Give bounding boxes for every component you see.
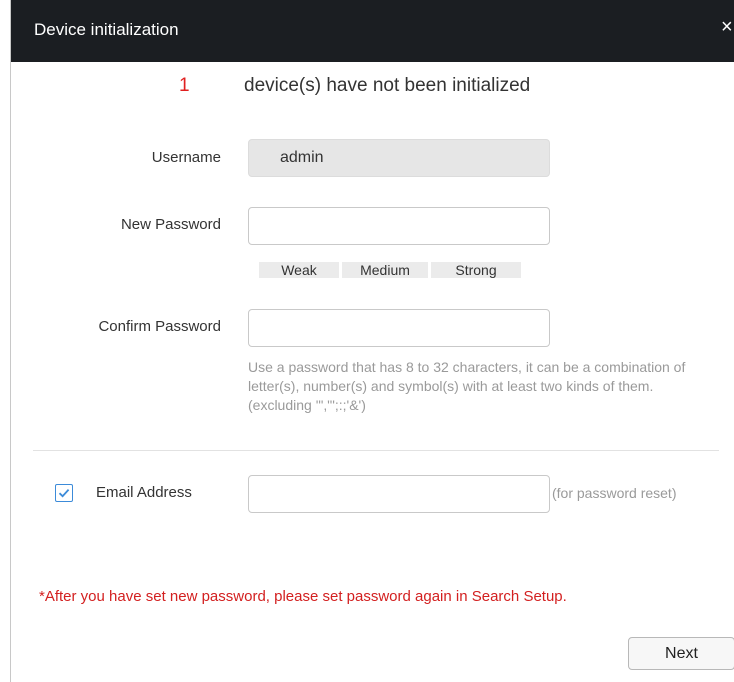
status-message: device(s) have not been initialized: [244, 75, 531, 96]
username-label: Username: [151, 149, 221, 166]
search-setup-warning: *After you have set new password, please…: [39, 588, 567, 605]
username-field: admin: [248, 139, 550, 177]
new-password-input[interactable]: [248, 207, 550, 245]
uninitialized-count: 1: [179, 75, 190, 96]
email-input[interactable]: [248, 475, 550, 513]
username-value: admin: [280, 149, 324, 166]
password-rules-hint: Use a password that has 8 to 32 characte…: [248, 359, 686, 413]
email-reset-hint: (for password reset): [552, 485, 677, 501]
close-icon[interactable]: ×: [721, 17, 734, 37]
email-label: Email Address: [96, 484, 192, 501]
dialog-title: Device initialization: [34, 20, 179, 39]
strength-strong: Strong: [431, 262, 521, 278]
checkmark-icon: [58, 488, 70, 498]
confirm-password-input[interactable]: [248, 309, 550, 347]
divider: [33, 450, 719, 451]
email-checkbox[interactable]: [55, 484, 73, 502]
strength-medium: Medium: [342, 262, 428, 278]
next-button[interactable]: Next: [628, 637, 734, 670]
title-bar: Device initialization ×: [11, 0, 734, 62]
device-initialization-dialog: Device initialization × 1 device(s) have…: [10, 0, 734, 682]
new-password-label: New Password: [120, 216, 221, 233]
confirm-password-label: Confirm Password: [98, 318, 221, 335]
strength-weak: Weak: [259, 262, 339, 278]
password-strength-meter: Weak Medium Strong: [259, 262, 521, 278]
